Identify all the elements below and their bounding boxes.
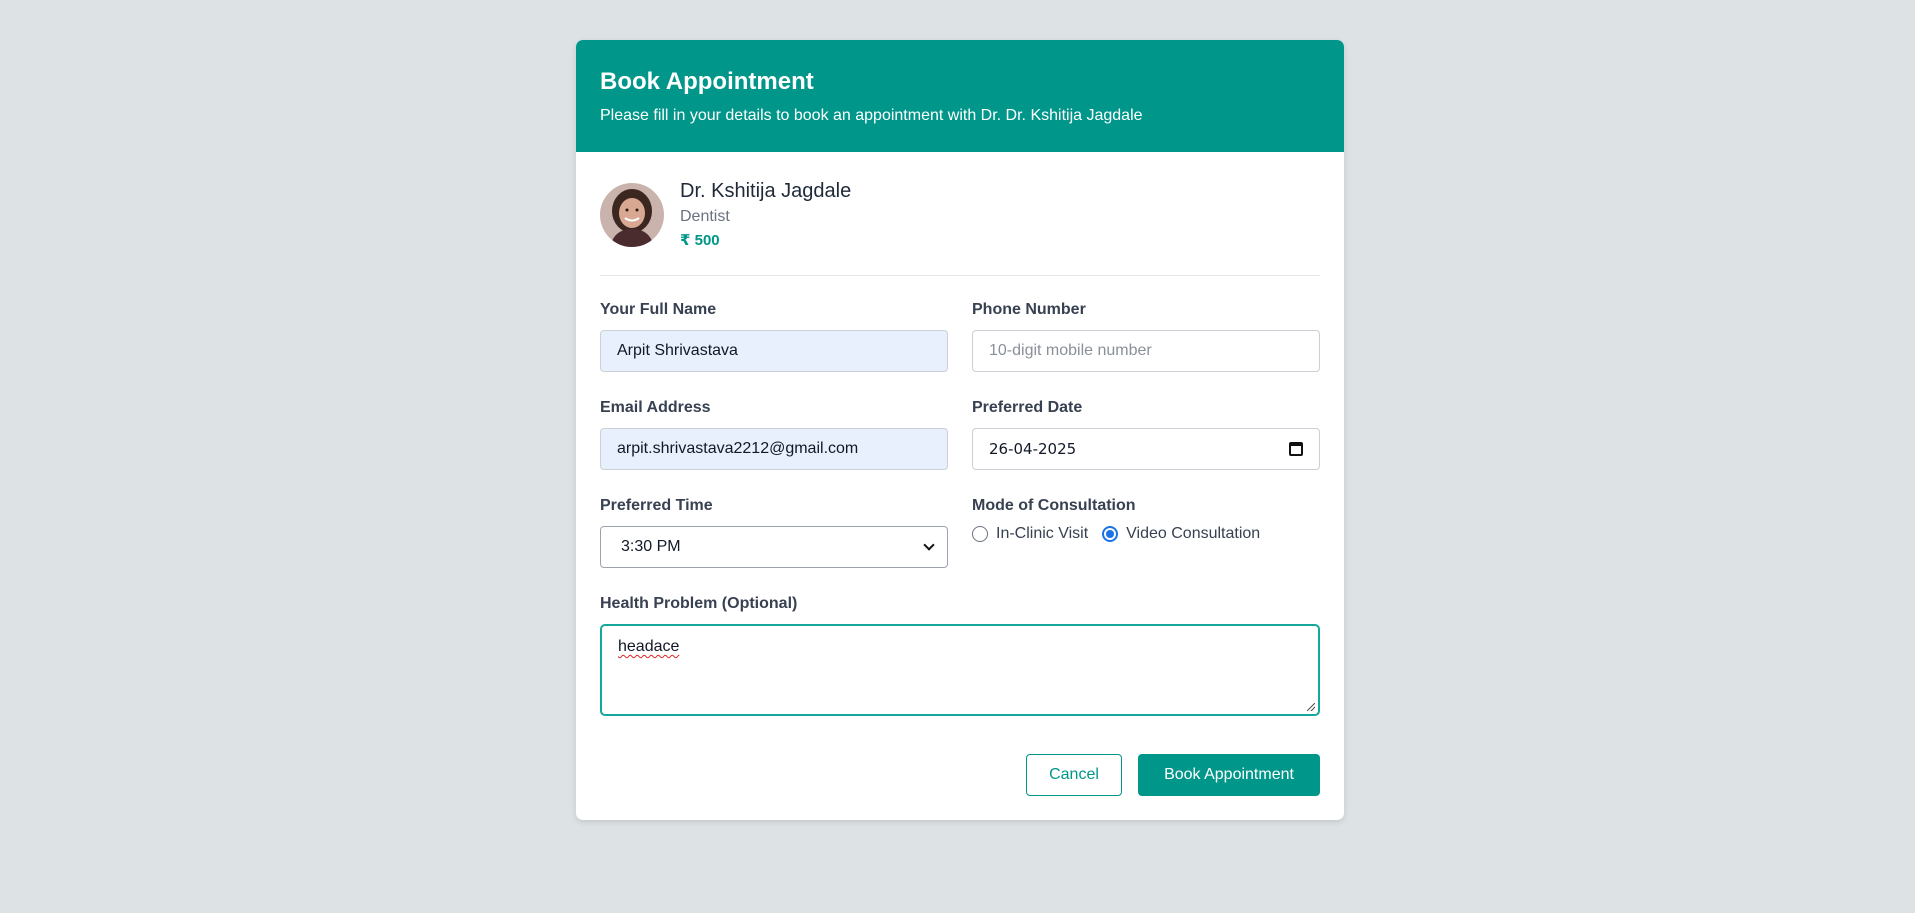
book-appointment-button[interactable]: Book Appointment bbox=[1138, 754, 1320, 796]
doctor-name: Dr. Kshitija Jagdale bbox=[680, 179, 852, 202]
time-field: Preferred Time 3:30 PM bbox=[600, 496, 948, 594]
calendar-icon[interactable] bbox=[1289, 442, 1303, 456]
book-appointment-modal: Book Appointment Please fill in your det… bbox=[576, 40, 1344, 820]
mode-field: Mode of Consultation In-Clinic Visit Vid… bbox=[972, 496, 1320, 594]
doctor-details: Dr. Kshitija Jagdale Dentist ₹ 500 bbox=[680, 179, 851, 251]
full-name-label: Your Full Name bbox=[600, 301, 717, 318]
date-field: Preferred Date 26-04-2025 bbox=[972, 398, 1320, 496]
date-value: 26-04-2025 bbox=[989, 440, 1077, 458]
date-label: Preferred Date bbox=[972, 399, 1083, 416]
doctor-avatar bbox=[600, 182, 664, 247]
email-label: Email Address bbox=[600, 399, 711, 416]
time-label: Preferred Time bbox=[600, 497, 713, 514]
mode-label: Mode of Consultation bbox=[972, 497, 1136, 514]
chevron-down-icon bbox=[923, 539, 935, 551]
form-grid: Your Full Name Arpit Shrivastava Phone N… bbox=[600, 300, 1320, 594]
health-problem-text: headace bbox=[618, 638, 680, 655]
modal-body: Dr. Kshitija Jagdale Dentist ₹ 500 Your … bbox=[576, 152, 1344, 796]
doctor-fee: ₹ 500 bbox=[680, 231, 720, 249]
phone-field: Phone Number 10-digit mobile number bbox=[972, 300, 1320, 398]
email-input[interactable]: arpit.shrivastava2212@gmail.com bbox=[600, 428, 948, 470]
radio-in-clinic[interactable] bbox=[972, 526, 988, 542]
modal-header: Book Appointment Please fill in your det… bbox=[576, 40, 1344, 152]
time-select[interactable]: 3:30 PM bbox=[600, 526, 948, 568]
phone-input[interactable]: 10-digit mobile number bbox=[972, 330, 1320, 372]
cancel-button[interactable]: Cancel bbox=[1026, 754, 1122, 796]
full-name-field: Your Full Name Arpit Shrivastava bbox=[600, 300, 948, 398]
resize-handle-icon[interactable] bbox=[1307, 703, 1315, 711]
phone-label: Phone Number bbox=[972, 301, 1086, 318]
email-field: Email Address arpit.shrivastava2212@gmai… bbox=[600, 398, 948, 496]
modal-subtitle: Please fill in your details to book an a… bbox=[600, 107, 1143, 124]
health-problem-textarea[interactable]: headace bbox=[600, 624, 1320, 716]
date-input[interactable]: 26-04-2025 bbox=[972, 428, 1320, 470]
time-selected-value: 3:30 PM bbox=[621, 538, 681, 555]
full-name-input[interactable]: Arpit Shrivastava bbox=[600, 330, 948, 372]
radio-video[interactable] bbox=[1102, 526, 1119, 542]
radio-option-video[interactable]: Video Consultation bbox=[1102, 525, 1260, 543]
health-problem-label: Health Problem (Optional) bbox=[600, 595, 798, 612]
doctor-specialty: Dentist bbox=[680, 207, 730, 225]
doctor-info: Dr. Kshitija Jagdale Dentist ₹ 500 bbox=[600, 152, 1320, 276]
radio-in-clinic-label: In-Clinic Visit bbox=[996, 525, 1089, 542]
radio-option-in-clinic[interactable]: In-Clinic Visit bbox=[972, 525, 1088, 543]
health-problem-field: Health Problem (Optional) headace bbox=[600, 594, 1320, 716]
modal-title: Book Appointment bbox=[600, 68, 814, 95]
form-actions: Cancel Book Appointment bbox=[600, 754, 1320, 796]
radio-video-label: Video Consultation bbox=[1126, 525, 1261, 542]
mode-radio-group: In-Clinic Visit Video Consultation bbox=[972, 522, 1320, 546]
